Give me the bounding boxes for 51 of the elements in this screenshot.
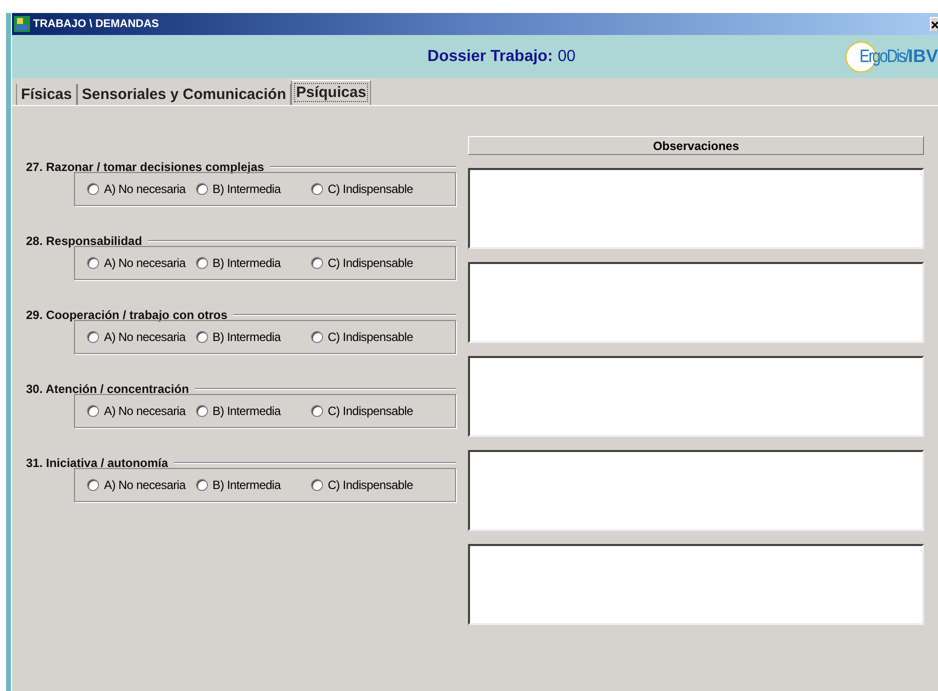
radio-button[interactable] bbox=[310, 479, 323, 491]
observations-field[interactable] bbox=[468, 450, 924, 531]
option-label: C) Indispensable bbox=[328, 329, 413, 346]
radio-button[interactable] bbox=[196, 257, 208, 269]
option-label: B) Intermedia bbox=[212, 255, 281, 272]
window-title: TRABAJO \ DEMANDAS bbox=[33, 16, 159, 32]
option-label: C) Indispensable bbox=[328, 255, 413, 272]
question-label: 27. Razonar / tomar decisiones complejas bbox=[26, 159, 264, 176]
radio-button[interactable] bbox=[310, 183, 323, 195]
radio-button[interactable] bbox=[310, 405, 323, 417]
tab[interactable]: Sensoriales y Comunicación bbox=[76, 84, 292, 105]
option-label: B) Intermedia bbox=[212, 403, 281, 420]
option-label: C) Indispensable bbox=[328, 403, 413, 420]
radio-button[interactable] bbox=[196, 405, 208, 417]
question-label: 28. Responsabilidad bbox=[26, 233, 142, 250]
option-label: A) No necesaria bbox=[104, 477, 186, 494]
question-label: 29. Cooperación / trabajo con otros bbox=[26, 307, 228, 324]
radio-button[interactable] bbox=[87, 257, 99, 269]
radio-button[interactable] bbox=[196, 331, 208, 343]
close-button[interactable] bbox=[930, 17, 938, 31]
option-label: B) Intermedia bbox=[212, 329, 281, 346]
tab[interactable]: Psíquicas bbox=[291, 80, 372, 105]
observations-field[interactable] bbox=[468, 262, 924, 343]
radio-button[interactable] bbox=[196, 183, 208, 195]
dossier-number: 00 bbox=[558, 46, 576, 66]
observations-header: Observaciones bbox=[468, 136, 924, 155]
question-label: 30. Atención / concentración bbox=[26, 381, 189, 398]
radio-button[interactable] bbox=[310, 331, 323, 343]
radio-button[interactable] bbox=[87, 405, 99, 417]
app-icon bbox=[14, 16, 30, 32]
observations-field[interactable] bbox=[468, 544, 924, 625]
radio-button[interactable] bbox=[310, 257, 323, 269]
radio-button[interactable] bbox=[196, 479, 208, 491]
option-label: A) No necesaria bbox=[104, 181, 186, 198]
option-label: C) Indispensable bbox=[328, 477, 413, 494]
dossier-label: Dossier Trabajo: bbox=[427, 46, 553, 66]
close-icon bbox=[931, 20, 938, 28]
observations-field[interactable] bbox=[468, 168, 924, 249]
observations-field[interactable] bbox=[468, 356, 924, 437]
option-label: A) No necesaria bbox=[104, 329, 186, 346]
option-label: B) Intermedia bbox=[212, 477, 281, 494]
option-label: A) No necesaria bbox=[104, 403, 186, 420]
tab[interactable]: Físicas bbox=[16, 84, 77, 105]
question-label: 31. Iniciativa / autonomía bbox=[26, 455, 168, 472]
logo-brand: IBV bbox=[908, 45, 938, 68]
option-label: B) Intermedia bbox=[212, 181, 281, 198]
radio-button[interactable] bbox=[87, 331, 99, 343]
radio-button[interactable] bbox=[87, 479, 99, 491]
option-label: A) No necesaria bbox=[104, 255, 186, 272]
radio-button[interactable] bbox=[87, 183, 99, 195]
option-label: C) Indispensable bbox=[328, 181, 413, 198]
